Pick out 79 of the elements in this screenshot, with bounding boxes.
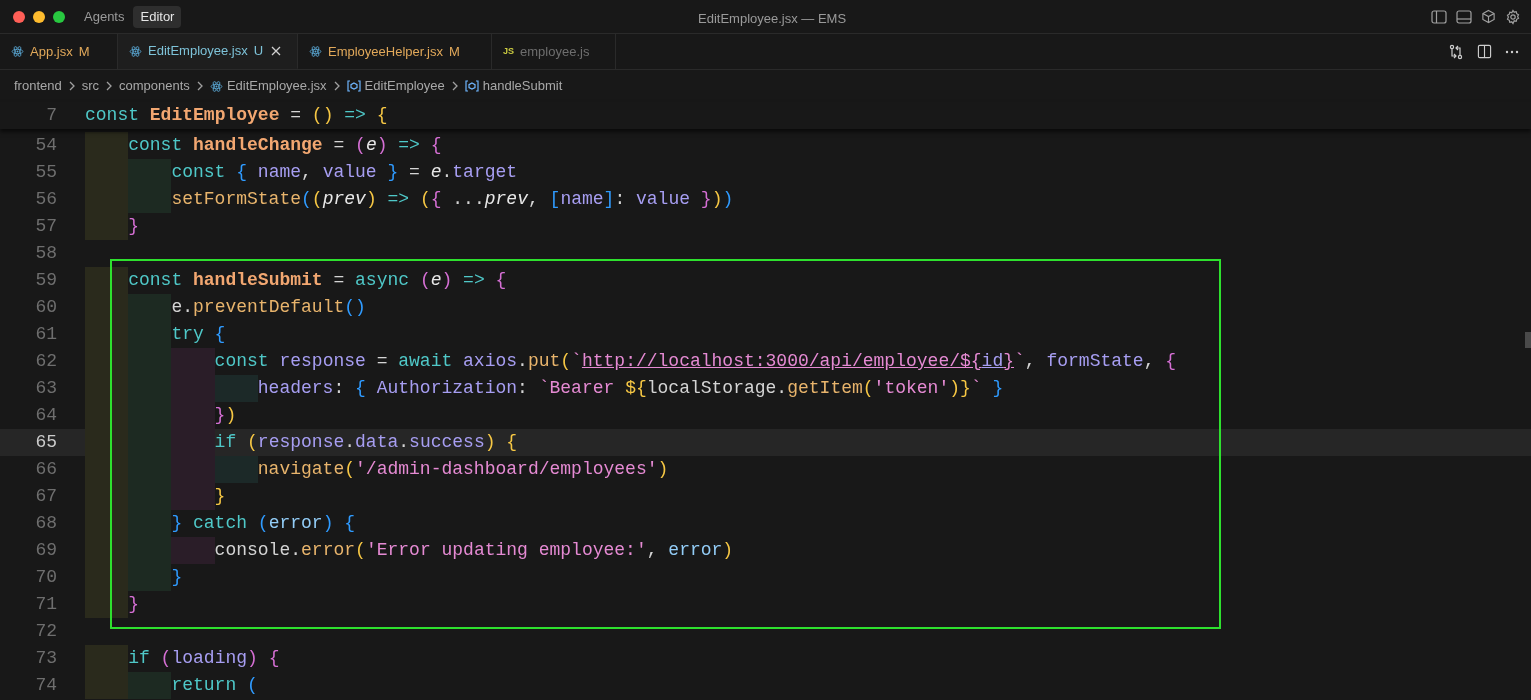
code-line: } [128,215,139,238]
window-title: EditEmployee.jsx — EMS [698,10,847,28]
atom-icon [129,44,142,58]
close-icon[interactable] [271,46,282,56]
breadcrumb-item[interactable]: src [81,76,100,96]
breadcrumb-item[interactable]: EditEmployee.jsx [226,76,327,96]
code-line: } [171,566,183,589]
line-number: 60 [34,296,58,319]
indent-guide [85,591,129,618]
line-number: 58 [34,242,58,265]
line-number: 71 [34,593,58,616]
line-number: 55 [34,161,58,184]
code-line: if (loading) { [128,647,280,670]
chevron-icon [195,81,204,91]
code-line: const EditEmployee = () => { [85,104,388,127]
code-line: return ( [171,674,258,697]
breadcrumb-item[interactable]: EditEmployee [364,76,445,96]
line-number: 74 [34,674,58,697]
line-number: 63 [34,377,58,400]
line-number: 65 [34,431,58,454]
line-number: 64 [34,404,58,427]
symbol-icon [464,80,479,92]
line-number: 59 [34,269,58,292]
line-number: 54 [34,134,58,157]
close-window-button[interactable] [13,10,25,23]
chevron-icon [450,81,459,91]
code-line: const { name, value } = e.target [171,161,518,184]
breadcrumb-item[interactable]: frontend [14,76,62,96]
code-line: setFormState((prev) => ({ ...prev, [name]: value })) [171,188,734,211]
symbol-icon [346,80,361,92]
line-number: 66 [34,458,58,481]
code-line: }) [214,404,237,427]
code-line: headers: { Authorization: `Bearer ${localStorage.getItem('token')}` } [257,377,1004,400]
line-number: 70 [34,566,58,589]
code-line: try { [171,323,226,346]
code-line: e.preventDefault() [171,296,366,319]
code-line: navigate('/admin-dashboard/employees') [257,458,669,481]
line-number: 72 [34,620,58,643]
line-number: 67 [34,485,58,508]
code-line: const response = await axios.put(`http://localhost:3000/api/employee/${id}`, formState, { [214,350,1177,373]
code-line: } catch (error) { [171,512,356,535]
mode-tab[interactable]: Agents [77,5,132,28]
atom-icon [209,79,223,93]
compare-changes-icon[interactable] [1448,43,1464,60]
line-number: 62 [34,350,58,373]
mode-tab[interactable]: Editor [133,5,182,28]
line-number: 73 [34,647,58,670]
line-number: 69 [34,539,58,562]
code-line: const handleChange = (e) => { [128,134,442,157]
scrollbar-marker [1525,332,1531,348]
chevron-icon [67,81,76,91]
indent-guide [85,132,129,159]
line-number: 68 [34,512,58,535]
line-number: 56 [34,188,58,211]
atom-icon [309,45,322,58]
line-number: 57 [34,215,58,238]
chevron-icon [332,81,341,91]
code-line: if (response.data.success) { [214,431,518,454]
code-line: console.error('Error updating employee:', error) [214,539,734,562]
more-icon[interactable] [1505,49,1519,54]
cube-icon[interactable] [1481,9,1496,24]
panel-toggle-icon[interactable] [1456,9,1472,24]
split-editor-icon[interactable] [1477,44,1492,59]
code-line: } [214,485,226,508]
sidebar-toggle-icon[interactable] [1431,9,1447,24]
line-number: 61 [34,323,58,346]
settings-icon[interactable] [1505,8,1521,25]
code-line: const handleSubmit = async (e) => { [128,269,507,292]
breadcrumb-item[interactable]: handleSubmit [482,76,563,96]
breadcrumb-item[interactable]: components [119,76,190,96]
minimize-window-button[interactable] [33,10,45,23]
line-number: 7 [45,104,58,127]
zoom-window-button[interactable] [53,10,65,23]
code-line: } [128,593,139,616]
js-icon: JS [503,44,514,59]
file-tab[interactable]: EditEmployee.jsx U [118,34,298,69]
atom-icon [11,45,24,58]
indent-guide [85,267,129,294]
chevron-icon [105,81,114,91]
